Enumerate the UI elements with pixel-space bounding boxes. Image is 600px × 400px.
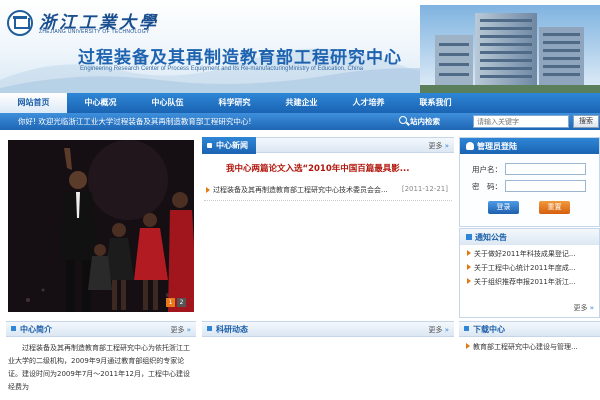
search-label: 站内检索 xyxy=(410,117,440,126)
pager-dot-1[interactable]: 1 xyxy=(166,298,175,307)
notice-panel: 通知公告 关于做好2011年科技成果登记... 关于工程中心统计2011年度成.… xyxy=(459,228,600,318)
news-photo-image xyxy=(8,140,194,312)
login-button[interactable]: 登录 xyxy=(488,201,519,214)
building-illustration xyxy=(420,5,600,93)
welcome-bar: 你好! 欢迎光临浙江工业大学过程装备及其再制造教育部工程研究中心! 站内检索 搜… xyxy=(0,113,600,130)
news-more-link[interactable]: 更多 xyxy=(428,141,449,151)
news-headline[interactable]: 我中心两篇论文入选“2010年中国百篇最具影... xyxy=(226,162,409,174)
user-icon xyxy=(466,142,474,150)
nav-item-partners[interactable]: 共建企业 xyxy=(268,93,335,113)
news-item-date: [2011-12-21] xyxy=(401,185,448,193)
notice-item[interactable]: 关于做好2011年科技成果登记... xyxy=(467,249,595,260)
nav-item-home[interactable]: 网站首页 xyxy=(0,93,67,113)
bullet-icon xyxy=(206,187,210,193)
welcome-text: 你好! 欢迎光临浙江工业大学过程装备及其再制造教育部工程研究中心! xyxy=(18,117,252,126)
intro-more-link[interactable]: 更多 xyxy=(170,325,191,335)
research-more-link[interactable]: 更多 xyxy=(428,325,449,335)
nav-item-training[interactable]: 人才培养 xyxy=(335,93,402,113)
news-divider xyxy=(204,200,452,201)
download-panel-header: 下载中心 xyxy=(459,321,600,337)
pager-dot-2[interactable]: 2 xyxy=(177,298,186,307)
download-title[interactable]: 下载中心 xyxy=(464,324,505,335)
nav-item-contact[interactable]: 联系我们 xyxy=(402,93,469,113)
nav-item-team[interactable]: 中心队伍 xyxy=(134,93,201,113)
username-field[interactable] xyxy=(505,163,586,175)
intro-title[interactable]: 中心简介 xyxy=(11,324,52,335)
intro-panel-header: 中心简介 更多 xyxy=(6,321,196,337)
news-item[interactable]: 过程装备及其再制造教育部工程研究中心技术委员会会... [2011-12-21] xyxy=(204,185,452,197)
search-icon xyxy=(399,116,407,124)
university-logo-icon[interactable] xyxy=(7,10,33,36)
login-title: 管理员登陆 xyxy=(477,142,517,151)
site-header: 浙江工業大學 ZHEJIANG UNIVERSITY OF TECHNOLOGY… xyxy=(0,0,600,93)
news-panel-header: 中心新闻 更多 xyxy=(202,137,454,154)
password-label: 密 码： xyxy=(472,182,502,191)
nav-item-overview[interactable]: 中心概况 xyxy=(67,93,134,113)
search-input[interactable] xyxy=(473,115,569,128)
photo-pager: 1 2 xyxy=(166,298,186,307)
news-item-title[interactable]: 过程装备及其再制造教育部工程研究中心技术委员会会... xyxy=(213,185,393,195)
search-button[interactable]: 搜索 xyxy=(573,115,599,128)
notice-more-link[interactable]: 更多 xyxy=(573,303,594,313)
center-title-cn: 过程装备及其再制造教育部工程研究中心 xyxy=(78,48,402,68)
login-header: 管理员登陆 xyxy=(460,138,599,154)
news-panel-title[interactable]: 中心新闻 xyxy=(202,137,256,154)
notice-item[interactable]: 关于组织推荐申报2011年浙江... xyxy=(467,277,595,288)
center-title-en: Engineering Research Center of Process E… xyxy=(80,66,364,72)
notice-header: 通知公告 xyxy=(460,229,599,245)
intro-text: 过程装备及其再制造教育部工程研究中心为依托浙江工业大学的二级机构，2009年9月… xyxy=(8,344,190,391)
download-item[interactable]: 教育部工程研究中心建设与管理... xyxy=(466,342,598,352)
research-panel-header: 科研动态 更多 xyxy=(202,321,454,337)
news-photo[interactable]: 1 2 xyxy=(8,140,194,312)
reset-button[interactable]: 重置 xyxy=(539,201,570,214)
research-title[interactable]: 科研动态 xyxy=(207,324,248,335)
nav-item-research[interactable]: 科学研究 xyxy=(201,93,268,113)
notice-title: 通知公告 xyxy=(475,233,507,242)
notice-icon xyxy=(466,234,472,240)
university-name-en: ZHEJIANG UNIVERSITY OF TECHNOLOGY xyxy=(39,29,150,35)
password-field[interactable] xyxy=(505,180,586,192)
notice-item[interactable]: 关于工程中心统计2011年度成... xyxy=(467,263,595,274)
admin-login-panel: 管理员登陆 用户名： 密 码： 登录 重置 xyxy=(459,137,600,227)
username-label: 用户名： xyxy=(472,165,502,174)
main-nav: 网站首页 中心概况 中心队伍 科学研究 共建企业 人才培养 联系我们 xyxy=(0,93,600,113)
